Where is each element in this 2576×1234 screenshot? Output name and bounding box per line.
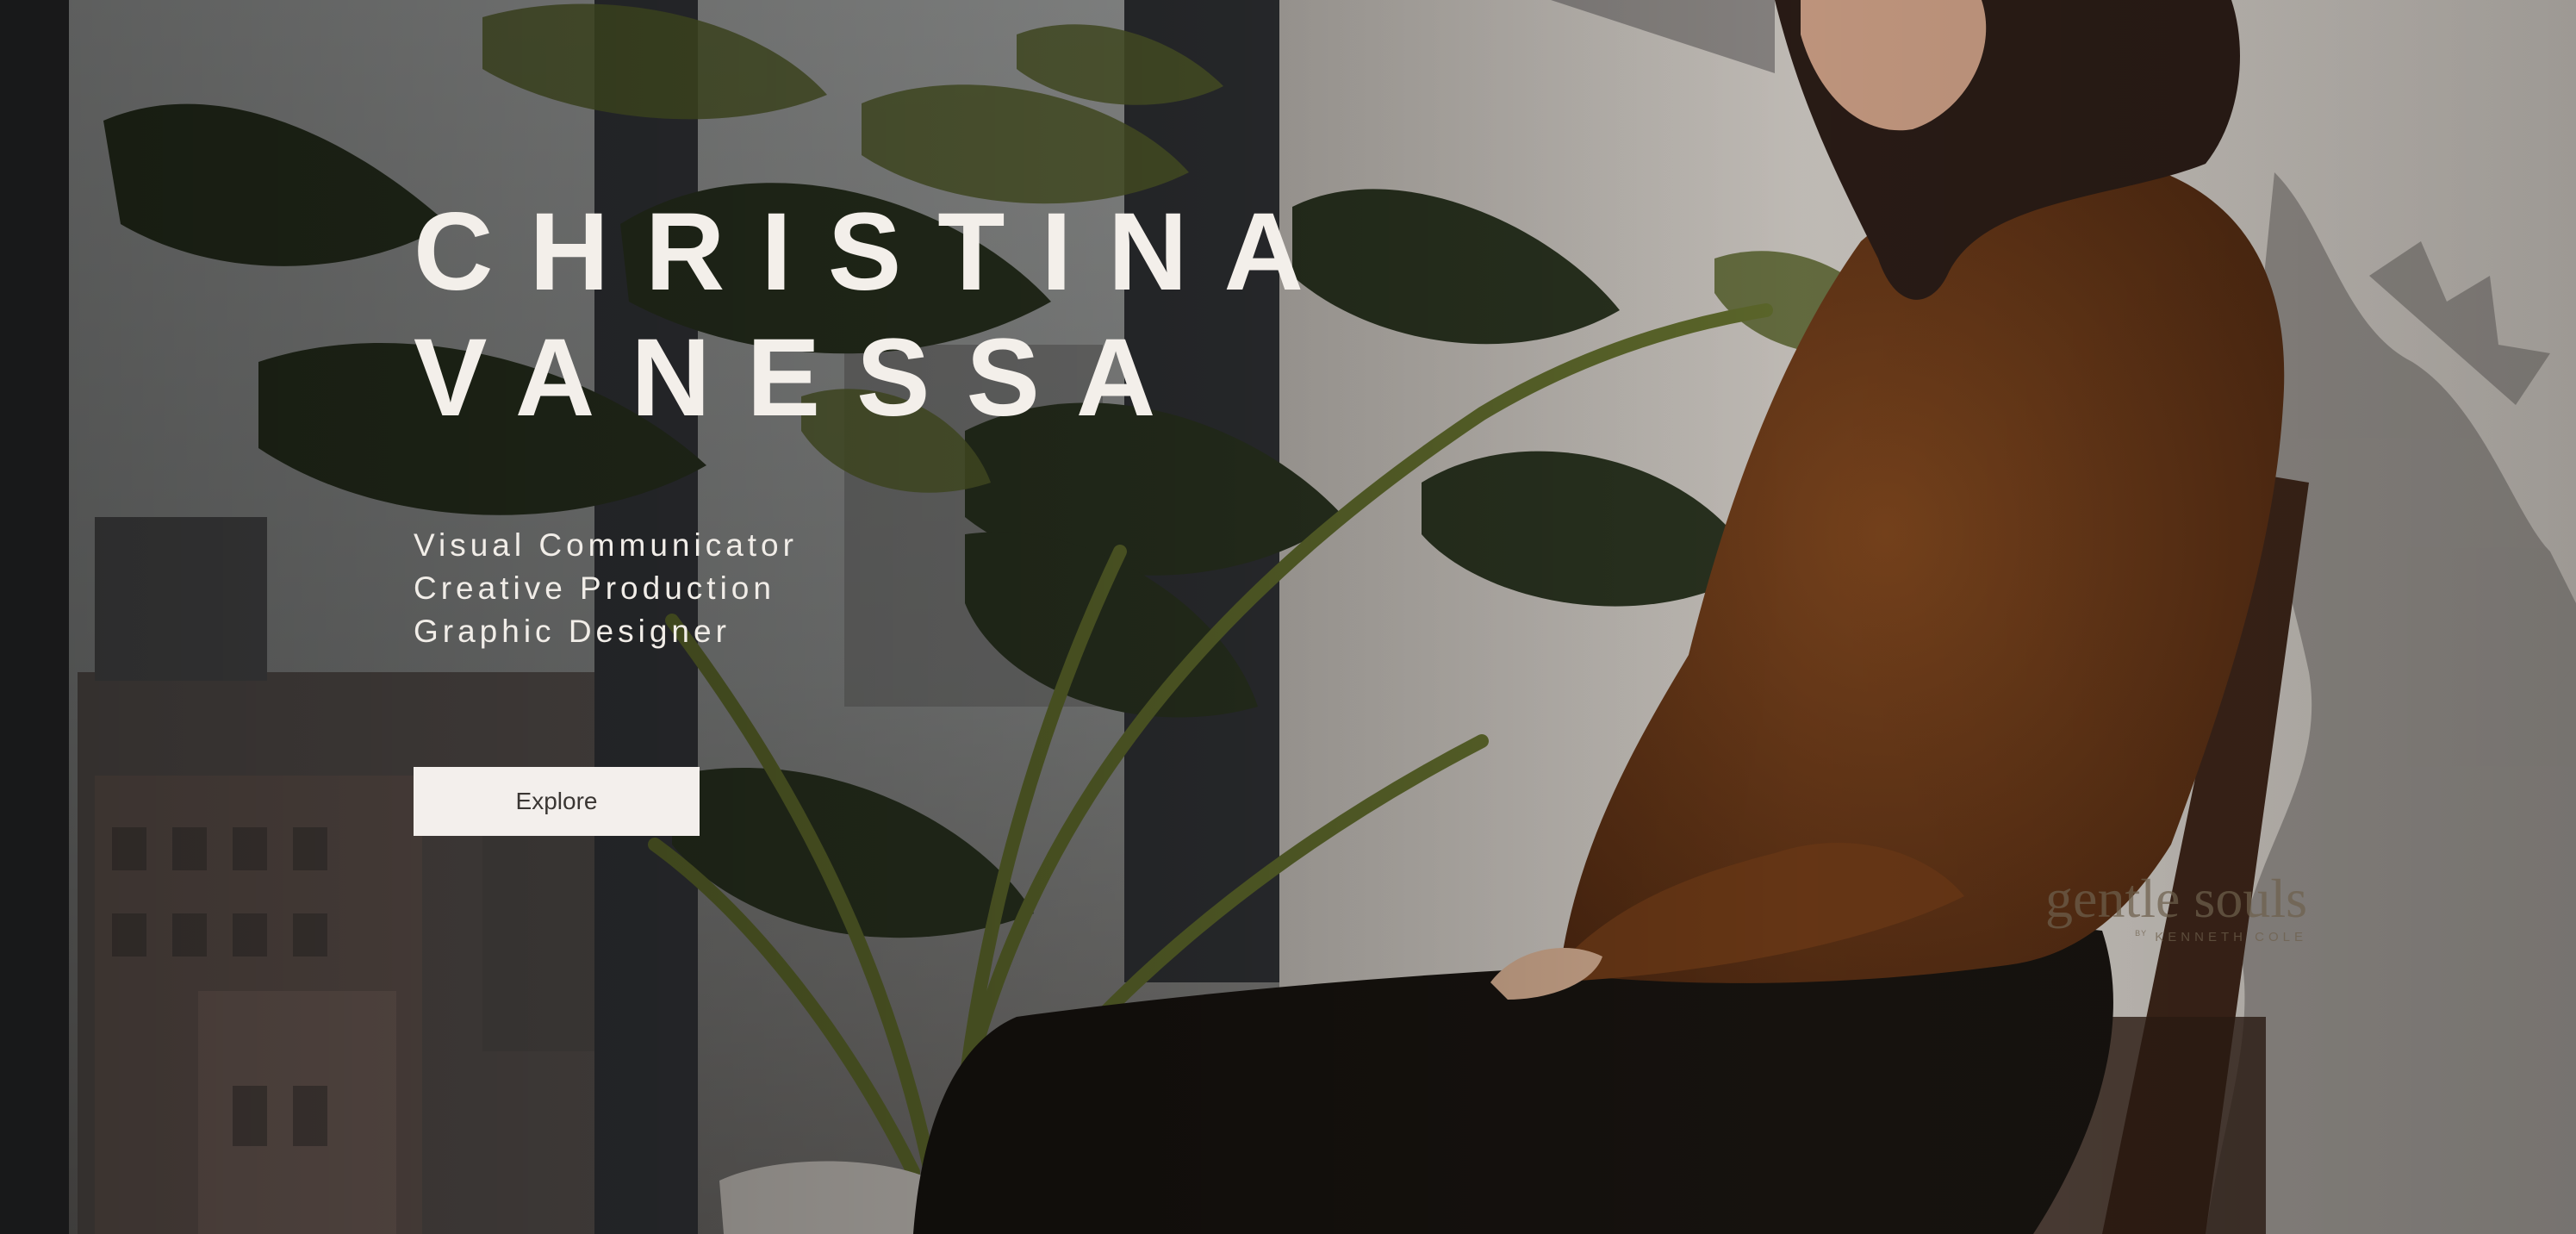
hero-name-heading: CHRISTINA VANESSA: [414, 190, 1620, 441]
brand-subtitle: BY KENNETH COLE: [1997, 929, 2307, 944]
name-second-line: VANESSA: [414, 316, 1192, 439]
hero-section: CHRISTINA VANESSA Visual Communicator Cr…: [0, 0, 2576, 1234]
brand-by: BY: [2135, 929, 2148, 938]
role-item: Creative Production: [414, 570, 775, 606]
role-item: Visual Communicator: [414, 527, 798, 563]
role-item: Graphic Designer: [414, 614, 731, 649]
name-first-line: CHRISTINA: [414, 190, 1340, 314]
gentle-souls-watermark: gentle souls BY KENNETH COLE: [1997, 868, 2307, 945]
explore-button[interactable]: Explore: [414, 767, 700, 836]
hero-text-block: CHRISTINA VANESSA Visual Communicator Cr…: [414, 190, 1620, 836]
brand-sub-name: KENNETH COLE: [2155, 930, 2307, 944]
role-list: Visual Communicator Creative Production …: [414, 524, 1620, 653]
brand-name: gentle souls: [2045, 868, 2307, 929]
